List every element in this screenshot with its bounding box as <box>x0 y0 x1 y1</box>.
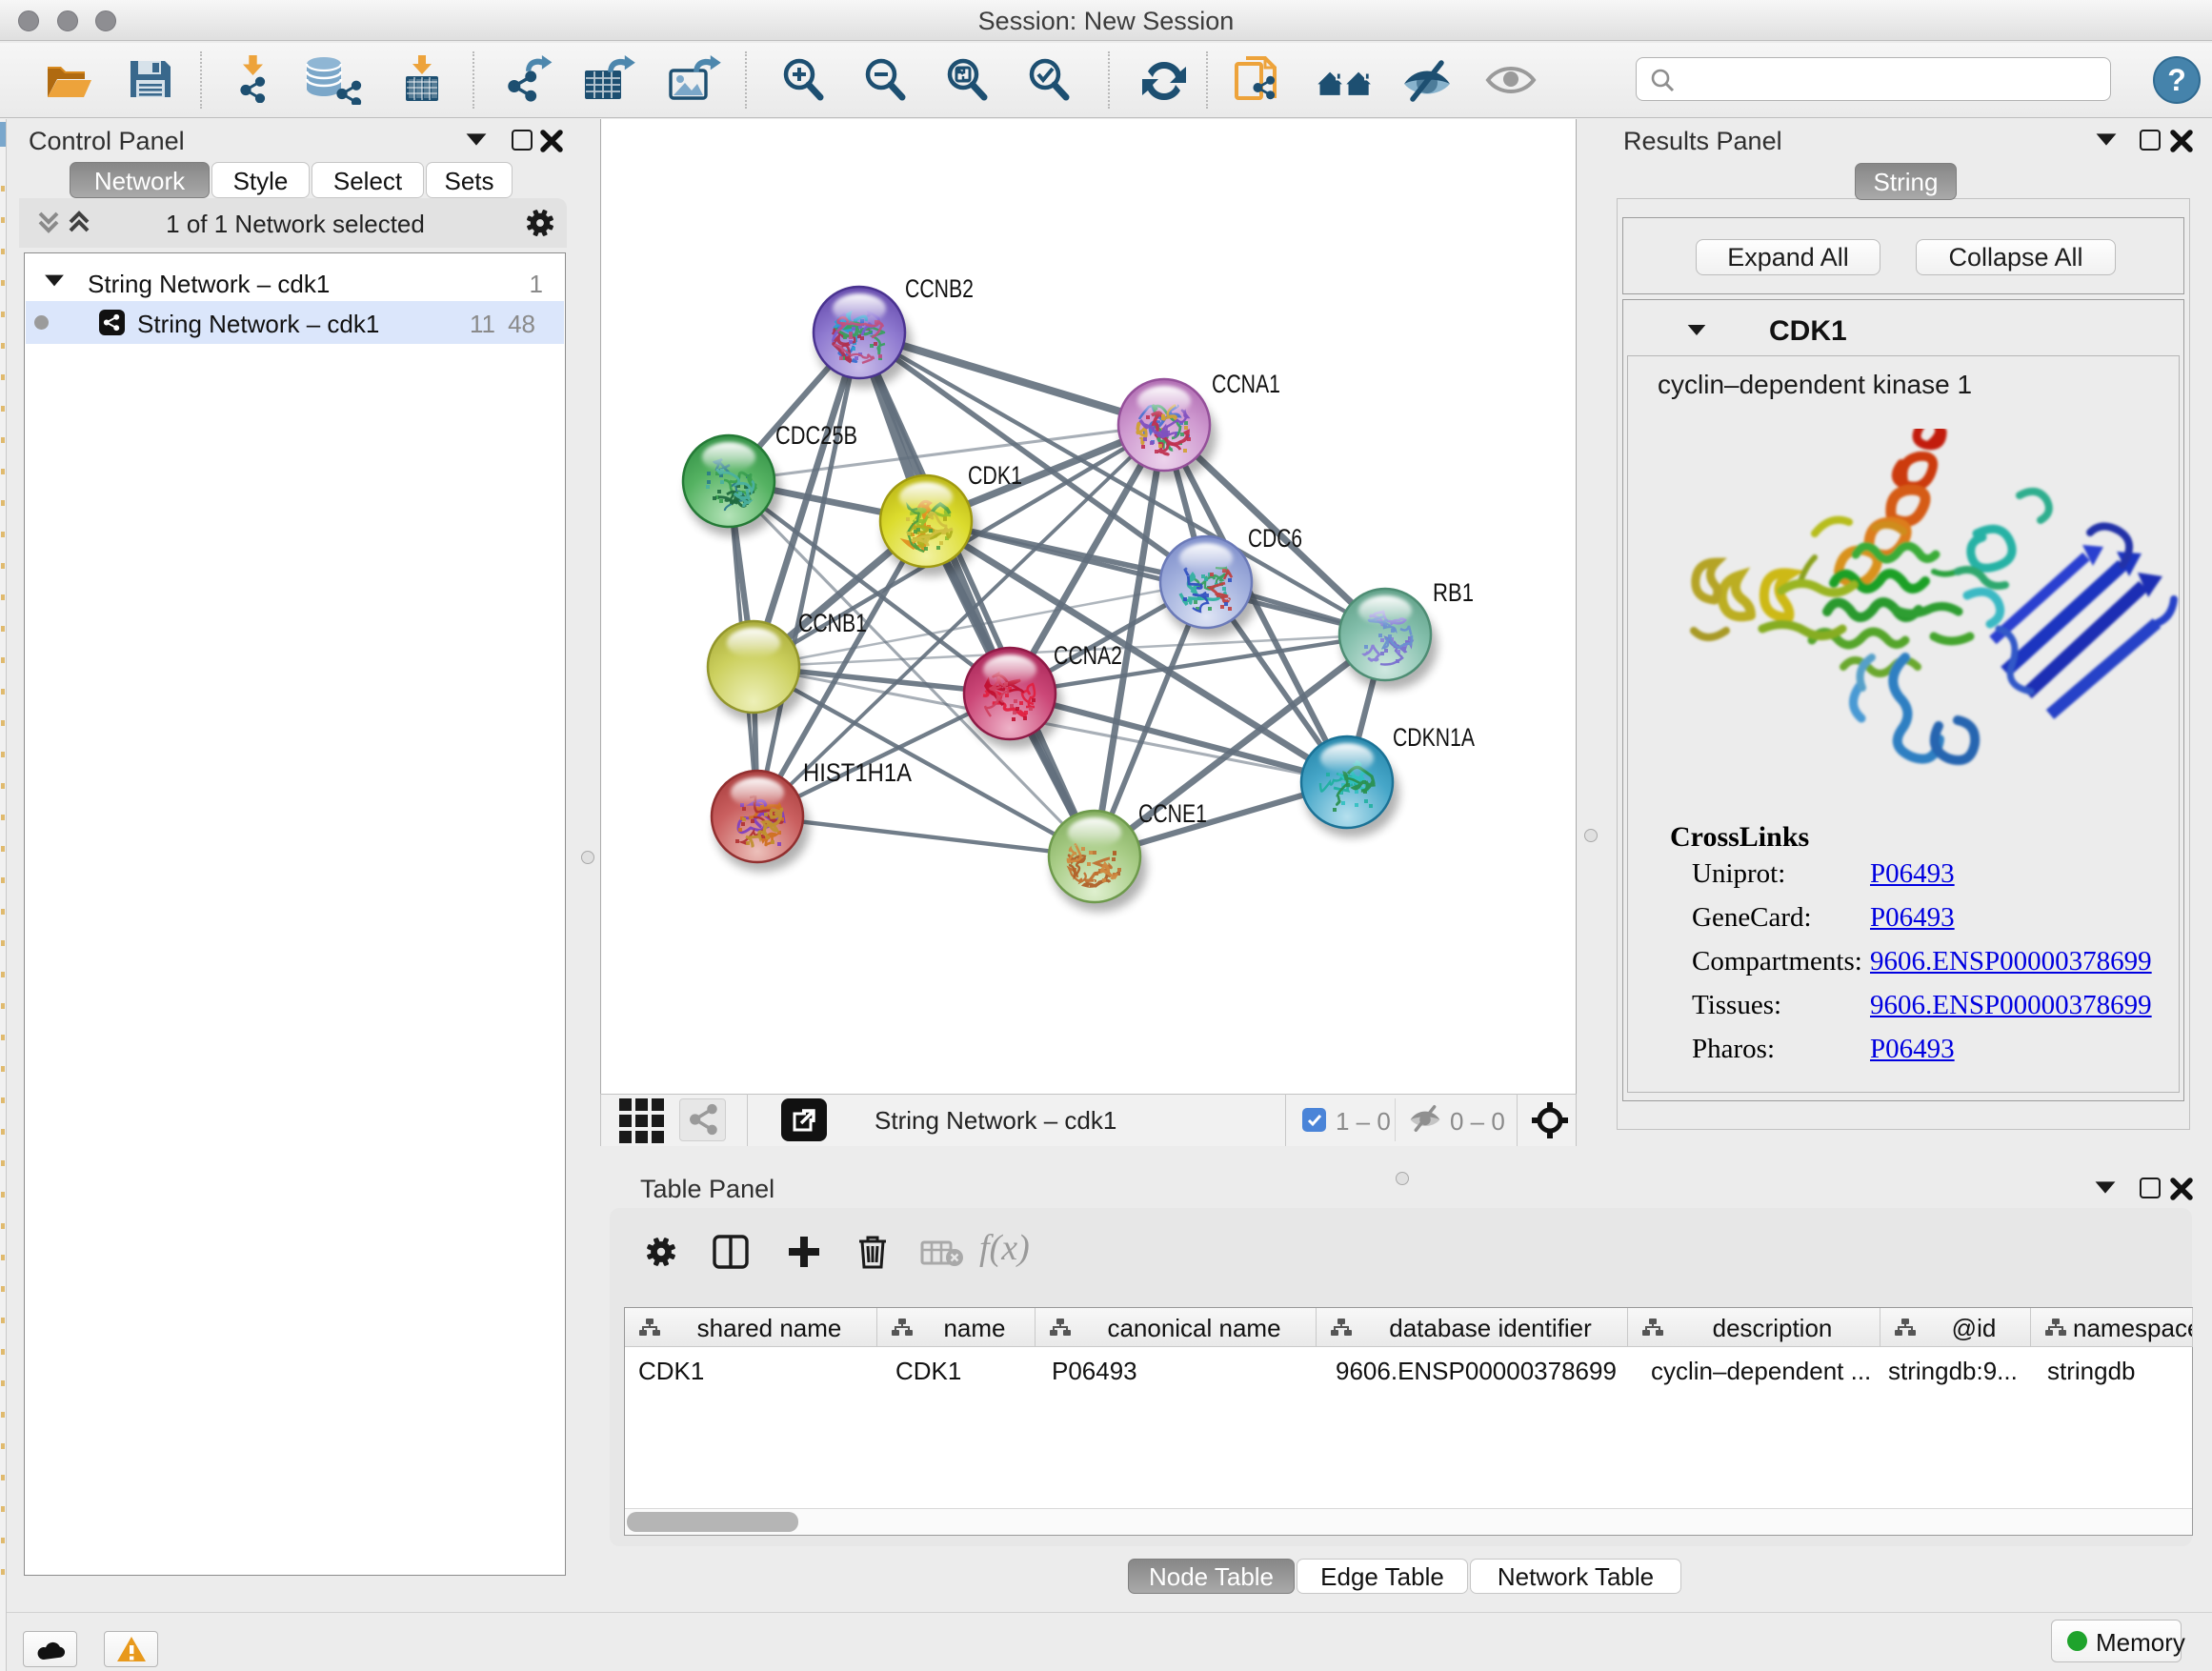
svg-text:CCNE1: CCNE1 <box>1138 799 1207 828</box>
svg-text:CCNB2: CCNB2 <box>905 274 974 303</box>
svg-text:CDC25B: CDC25B <box>775 421 857 450</box>
svg-text:?: ? <box>2167 63 2186 97</box>
svg-text:CCNA1: CCNA1 <box>1212 370 1280 398</box>
svg-text:CDK1: CDK1 <box>968 461 1022 490</box>
svg-text:CCNA2: CCNA2 <box>1054 641 1122 670</box>
svg-text:CCNB1: CCNB1 <box>798 609 867 637</box>
svg-text:HIST1H1A: HIST1H1A <box>803 758 912 787</box>
svg-text:RB1: RB1 <box>1433 578 1474 607</box>
svg-text:CDKN1A: CDKN1A <box>1393 723 1475 752</box>
svg-text:CDC6: CDC6 <box>1248 524 1302 553</box>
